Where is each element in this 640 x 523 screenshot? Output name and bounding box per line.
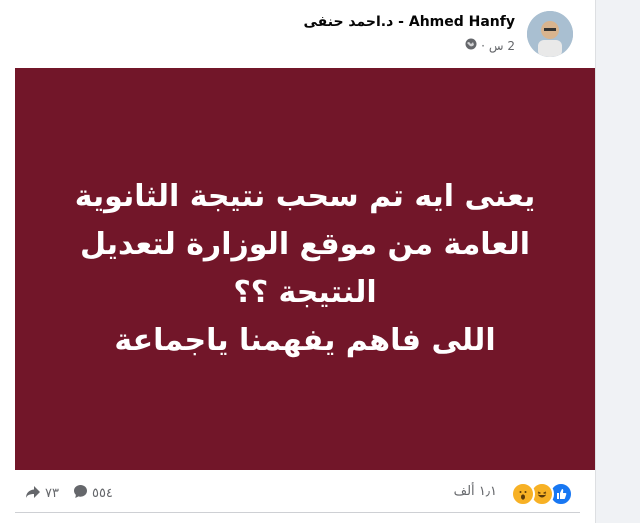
- post-meta: 2 س ·: [465, 38, 515, 53]
- reaction-icons[interactable]: [511, 482, 573, 506]
- reaction-count[interactable]: ١٫١ ألف: [454, 484, 497, 499]
- comment-count: ٥٥٤: [91, 486, 113, 501]
- reactions-bar: ١٫١ ألف ٧٣ ٥٥٤: [25, 480, 573, 506]
- post-text-line: العامة من موقع الوزارة لتعديل: [79, 227, 531, 262]
- comment-stat[interactable]: ٥٥٤: [73, 484, 113, 503]
- post-card: Ahmed Hanfy - د.احمد حنفى 2 س · يعنى ايه…: [0, 0, 596, 523]
- post-text-line: اللى فاهم يفهمنا ياجماعة: [114, 323, 496, 358]
- share-icon: [25, 485, 41, 503]
- public-globe-icon[interactable]: [465, 38, 477, 53]
- author-avatar[interactable]: [527, 11, 573, 57]
- share-count: ٧٣: [45, 486, 59, 501]
- comment-icon: [73, 484, 88, 503]
- post-timestamp[interactable]: 2 س: [489, 39, 515, 53]
- engagement-stats: ٧٣ ٥٥٤: [25, 484, 113, 503]
- post-image[interactable]: يعنى ايه تم سحب نتيجة الثانوية العامة من…: [15, 68, 595, 470]
- share-stat[interactable]: ٧٣: [25, 485, 59, 503]
- author-name[interactable]: Ahmed Hanfy - د.احمد حنفى: [304, 14, 515, 30]
- post-header: Ahmed Hanfy - د.احمد حنفى 2 س ·: [20, 8, 573, 60]
- wow-icon: [511, 482, 535, 506]
- divider: [15, 512, 580, 513]
- post-text-line: النتيجة ؟؟: [233, 275, 377, 310]
- post-text-line: يعنى ايه تم سحب نتيجة الثانوية: [74, 179, 536, 214]
- post-image-text: يعنى ايه تم سحب نتيجة الثانوية العامة من…: [65, 173, 545, 365]
